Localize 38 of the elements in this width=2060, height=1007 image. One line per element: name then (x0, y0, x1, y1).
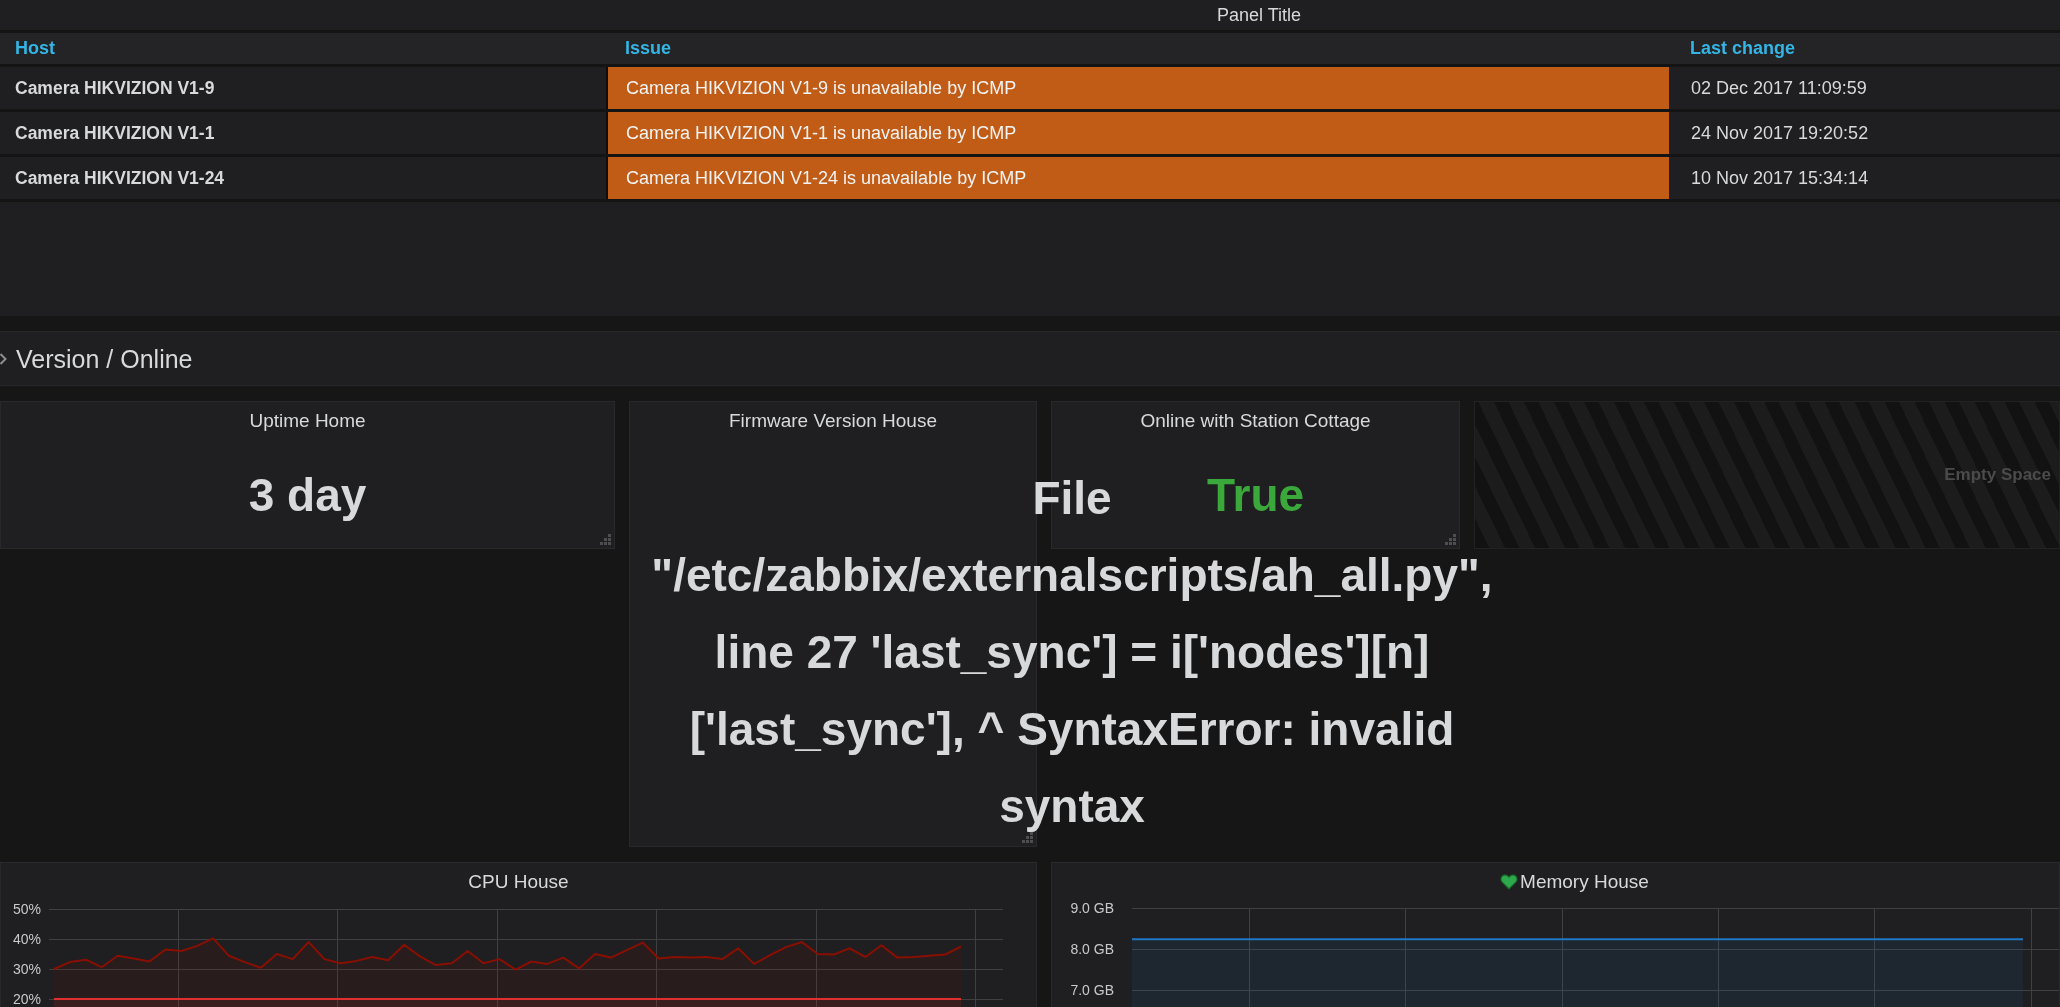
resize-handle-icon[interactable] (1445, 534, 1457, 546)
column-header[interactable]: Issue (606, 33, 1669, 64)
stat-value: "/etc/zabbix/externalscripts/ah_all.py", (651, 550, 1493, 600)
column-header[interactable]: Host (0, 33, 606, 64)
stat-value: File (1032, 473, 1112, 523)
panel-title[interactable]: Uptime Home (249, 410, 366, 432)
table-cell-text: Camera HIKVIZION V1-1 (14, 121, 216, 145)
panel-title[interactable]: Memory House (1520, 870, 1649, 894)
table-cell-text: Camera HIKVIZION V1-9 (14, 76, 216, 100)
stat-value: ['last_sync'], ^ SyntaxError: invalid (689, 704, 1455, 754)
axis-label: 30% (12, 961, 41, 977)
stat-value: True (1206, 470, 1305, 520)
axis-label: 50% (12, 901, 41, 917)
axis-label: 20% (12, 991, 41, 1007)
panel-title[interactable]: Online with Station Cottage (1140, 410, 1371, 432)
axis-label: 9.0 GB (1070, 900, 1114, 916)
panel-title[interactable]: Firmware Version House (729, 410, 937, 432)
stat-value: line 27 'last_sync'] = i['nodes'][n] (714, 627, 1430, 677)
stat-value: 3 day (248, 470, 367, 520)
row-title[interactable]: Version / Online (16, 343, 193, 374)
panel-title[interactable]: Panel Title (1216, 4, 1302, 26)
axis-label: 7.0 GB (1070, 982, 1114, 998)
resize-handle-icon[interactable] (600, 534, 612, 546)
resize-handle-icon[interactable] (1022, 832, 1034, 844)
table-cell-text: 24 Nov 2017 19:20:52 (1690, 121, 1870, 145)
placeholder-label: Empty Space (1944, 464, 2051, 487)
table-cell-text: 10 Nov 2017 15:34:14 (1690, 166, 1870, 190)
panel-title[interactable]: CPU House (468, 870, 569, 894)
stat-value: syntax (999, 781, 1145, 831)
column-header[interactable]: Last change (1669, 33, 2060, 64)
table-cell: Camera HIKVIZION V1-24 is unavailable by ICMP (606, 157, 1669, 199)
axis-label: 8.0 GB (1070, 941, 1114, 957)
table-cell: Camera HIKVIZION V1-9 is unavailable by ICMP (606, 67, 1669, 109)
table-cell-text: 02 Dec 2017 11:09:59 (1690, 76, 1868, 100)
chevron-icon[interactable] (0, 352, 7, 365)
axis-label: 40% (12, 931, 41, 947)
table-cell: Camera HIKVIZION V1-1 is unavailable by ICMP (606, 112, 1669, 154)
table-cell-text: Camera HIKVIZION V1-24 (14, 166, 226, 190)
